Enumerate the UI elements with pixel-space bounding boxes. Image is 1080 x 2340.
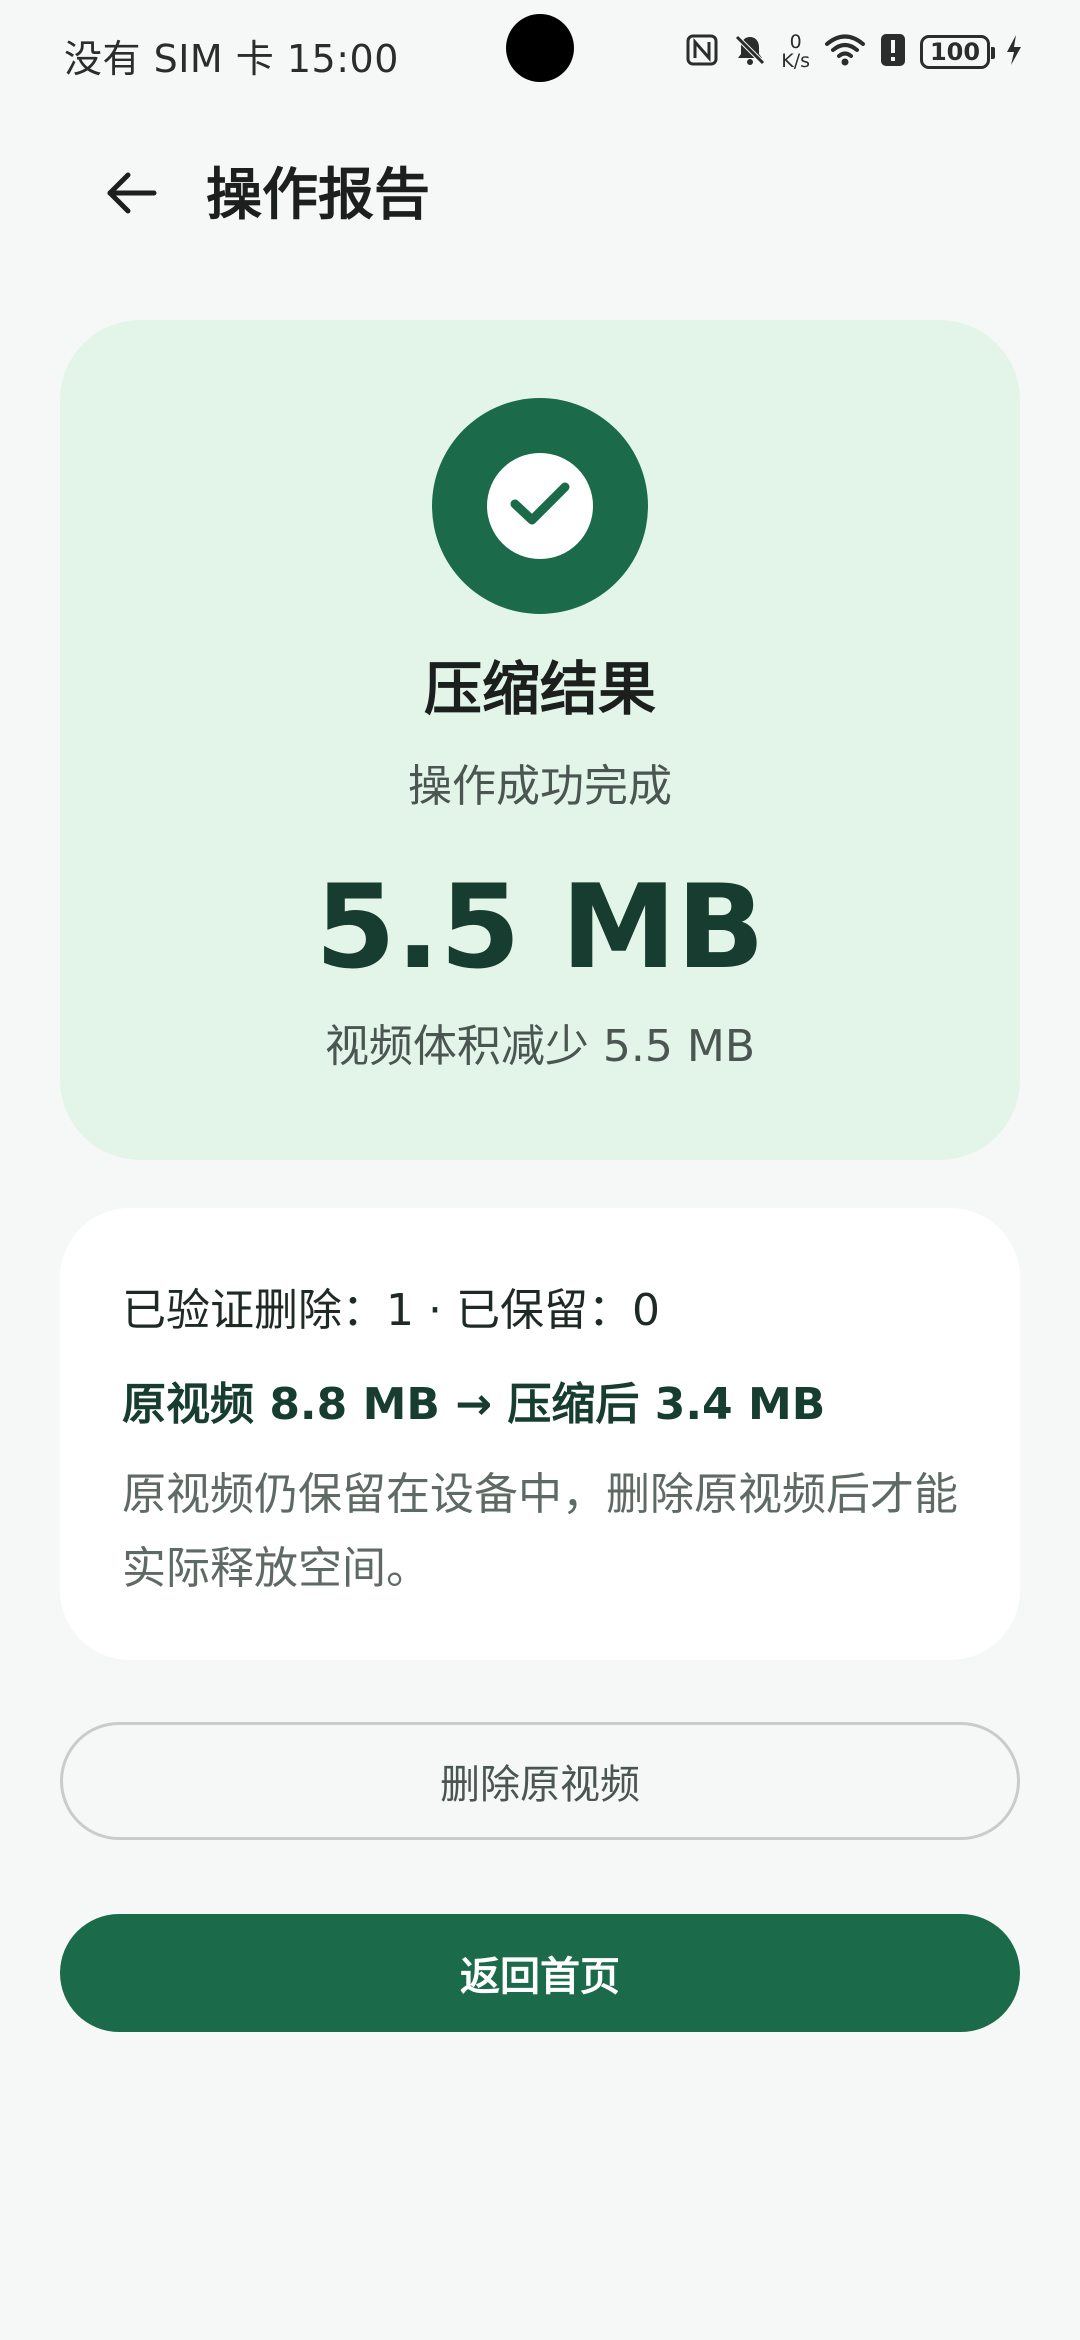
check-icon xyxy=(505,476,575,536)
size-comparison: 原视频 8.8 MB → 压缩后 3.4 MB xyxy=(122,1379,826,1430)
top-app-bar: 操作报告 xyxy=(0,140,1080,240)
battery-level: 100 xyxy=(929,38,981,66)
nfc-icon xyxy=(685,33,719,71)
net-speed: 0 K/s xyxy=(781,33,810,71)
battery-icon: 100 xyxy=(920,35,995,69)
success-badge xyxy=(432,398,648,614)
status-left: 没有 SIM 卡 15:00 xyxy=(64,28,399,83)
go-home-button[interactable]: 返回首页 xyxy=(60,1914,1020,2032)
result-title: 压缩结果 xyxy=(423,655,656,723)
delete-original-button[interactable]: 删除原视频 xyxy=(60,1722,1020,1840)
check-badge-inner xyxy=(487,453,593,559)
status-icons: 0 K/s 100 xyxy=(685,30,1024,74)
page-title: 操作报告 xyxy=(206,163,430,228)
verification-summary: 已验证删除：1 · 已保留：0 xyxy=(122,1285,660,1336)
camera-cutout xyxy=(506,14,574,82)
info-card: 已验证删除：1 · 已保留：0 原视频 8.8 MB → 压缩后 3.4 MB … xyxy=(60,1208,1020,1660)
saved-amount: 5.5 MB xyxy=(315,860,765,995)
alert-icon xyxy=(880,33,906,71)
result-description: 视频体积减少 5.5 MB xyxy=(324,1021,756,1072)
result-subtitle: 操作成功完成 xyxy=(408,761,672,812)
carrier-text: 没有 SIM 卡 xyxy=(64,37,275,81)
silent-bell-icon xyxy=(733,33,767,71)
result-card: 压缩结果 操作成功完成 5.5 MB 视频体积减少 5.5 MB xyxy=(60,320,1020,1160)
space-notice: 原视频仍保留在设备中，删除原视频后才能实际释放空间。 xyxy=(122,1469,958,1594)
status-bar: 没有 SIM 卡 15:00 0 K/s 100 xyxy=(0,0,1080,110)
back-button[interactable] xyxy=(92,160,172,230)
clock-text: 15:00 xyxy=(286,37,399,81)
charging-icon xyxy=(1004,33,1024,71)
net-speed-unit: K/s xyxy=(781,50,810,72)
arrow-left-icon xyxy=(104,169,160,221)
wifi-icon xyxy=(824,33,866,71)
